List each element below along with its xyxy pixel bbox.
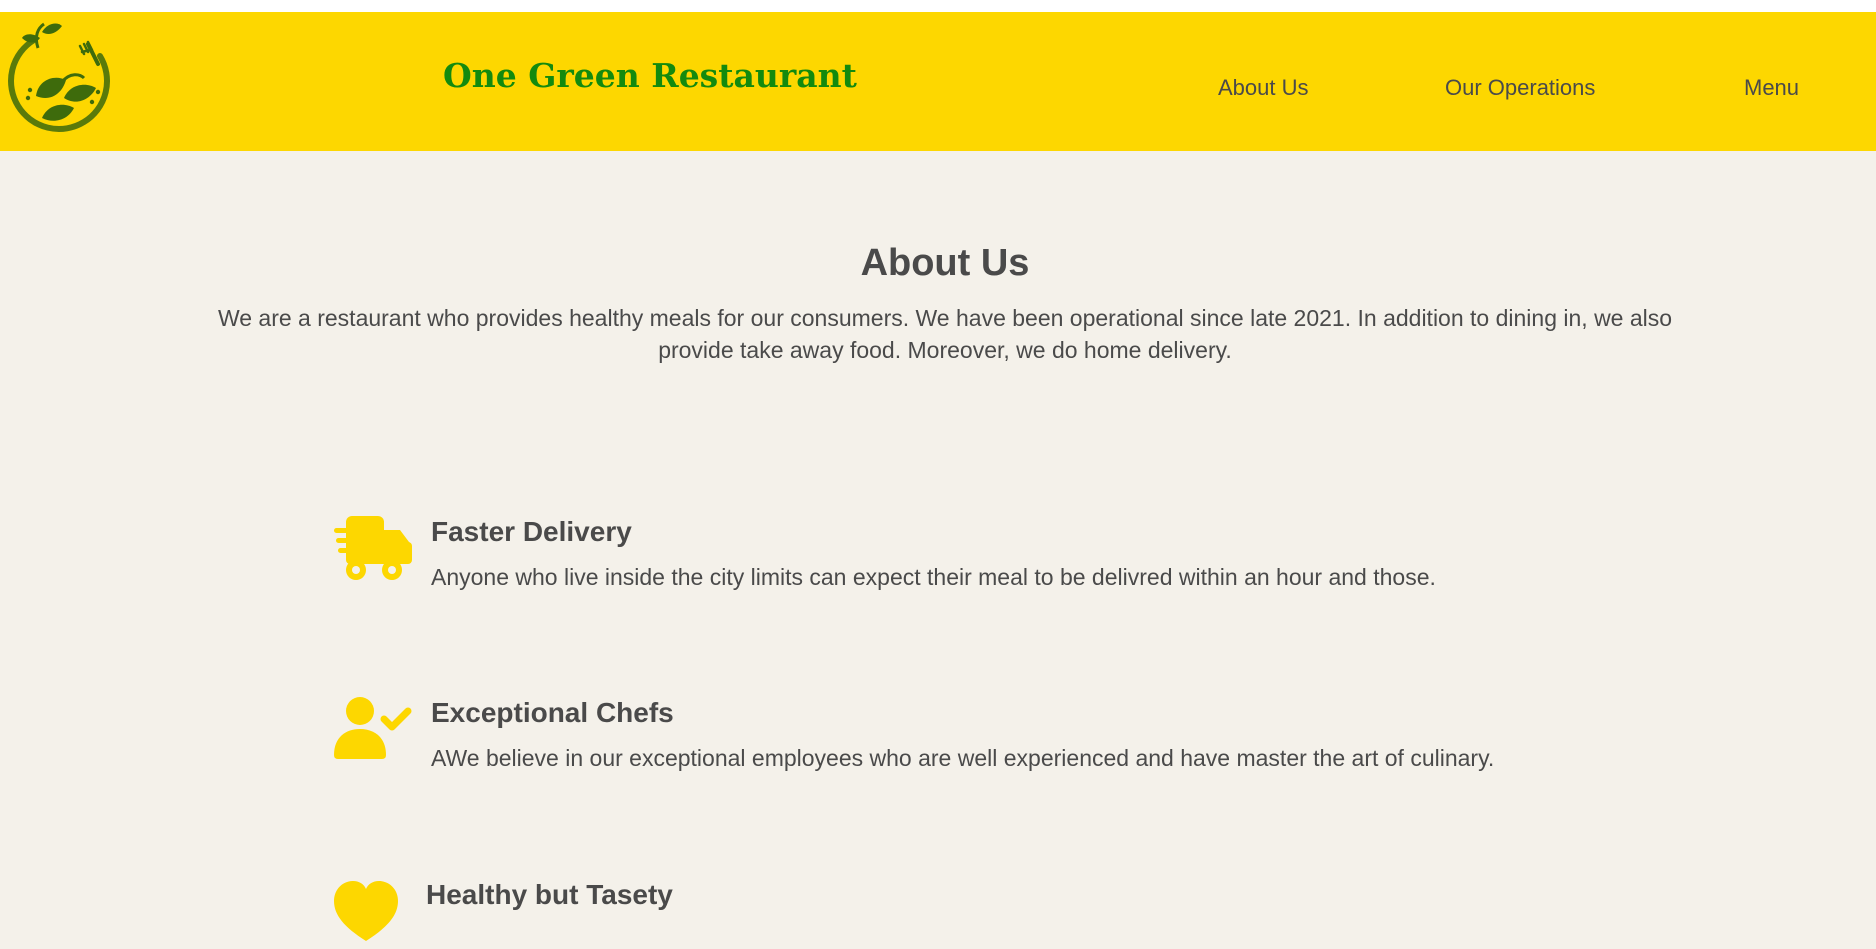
- site-header: One Green Restaurant About Us Our Operat…: [0, 12, 1876, 151]
- feature-title: Exceptional Chefs: [431, 697, 674, 728]
- user-check-icon: [334, 697, 412, 759]
- about-us-heading: About Us: [860, 242, 1030, 284]
- feature-description: Anyone who live inside the city limits c…: [431, 564, 1436, 590]
- feature-description: AWe believe in our exceptional employees…: [431, 745, 1495, 771]
- top-strip: [0, 0, 1876, 12]
- delivery-truck-icon: [334, 516, 412, 580]
- site-title: One Green Restaurant: [443, 56, 857, 95]
- nav-about-us[interactable]: About Us: [1218, 75, 1309, 101]
- nav-menu[interactable]: Menu: [1744, 75, 1799, 101]
- about-us-description: We are a restaurant who provides healthy…: [217, 305, 1673, 363]
- heart-icon: [334, 881, 398, 941]
- nav-our-operations[interactable]: Our Operations: [1445, 75, 1595, 101]
- feature-title: Faster Delivery: [431, 516, 632, 547]
- restaurant-logo[interactable]: [4, 18, 120, 144]
- feature-title: Healthy but Tasety: [426, 879, 673, 910]
